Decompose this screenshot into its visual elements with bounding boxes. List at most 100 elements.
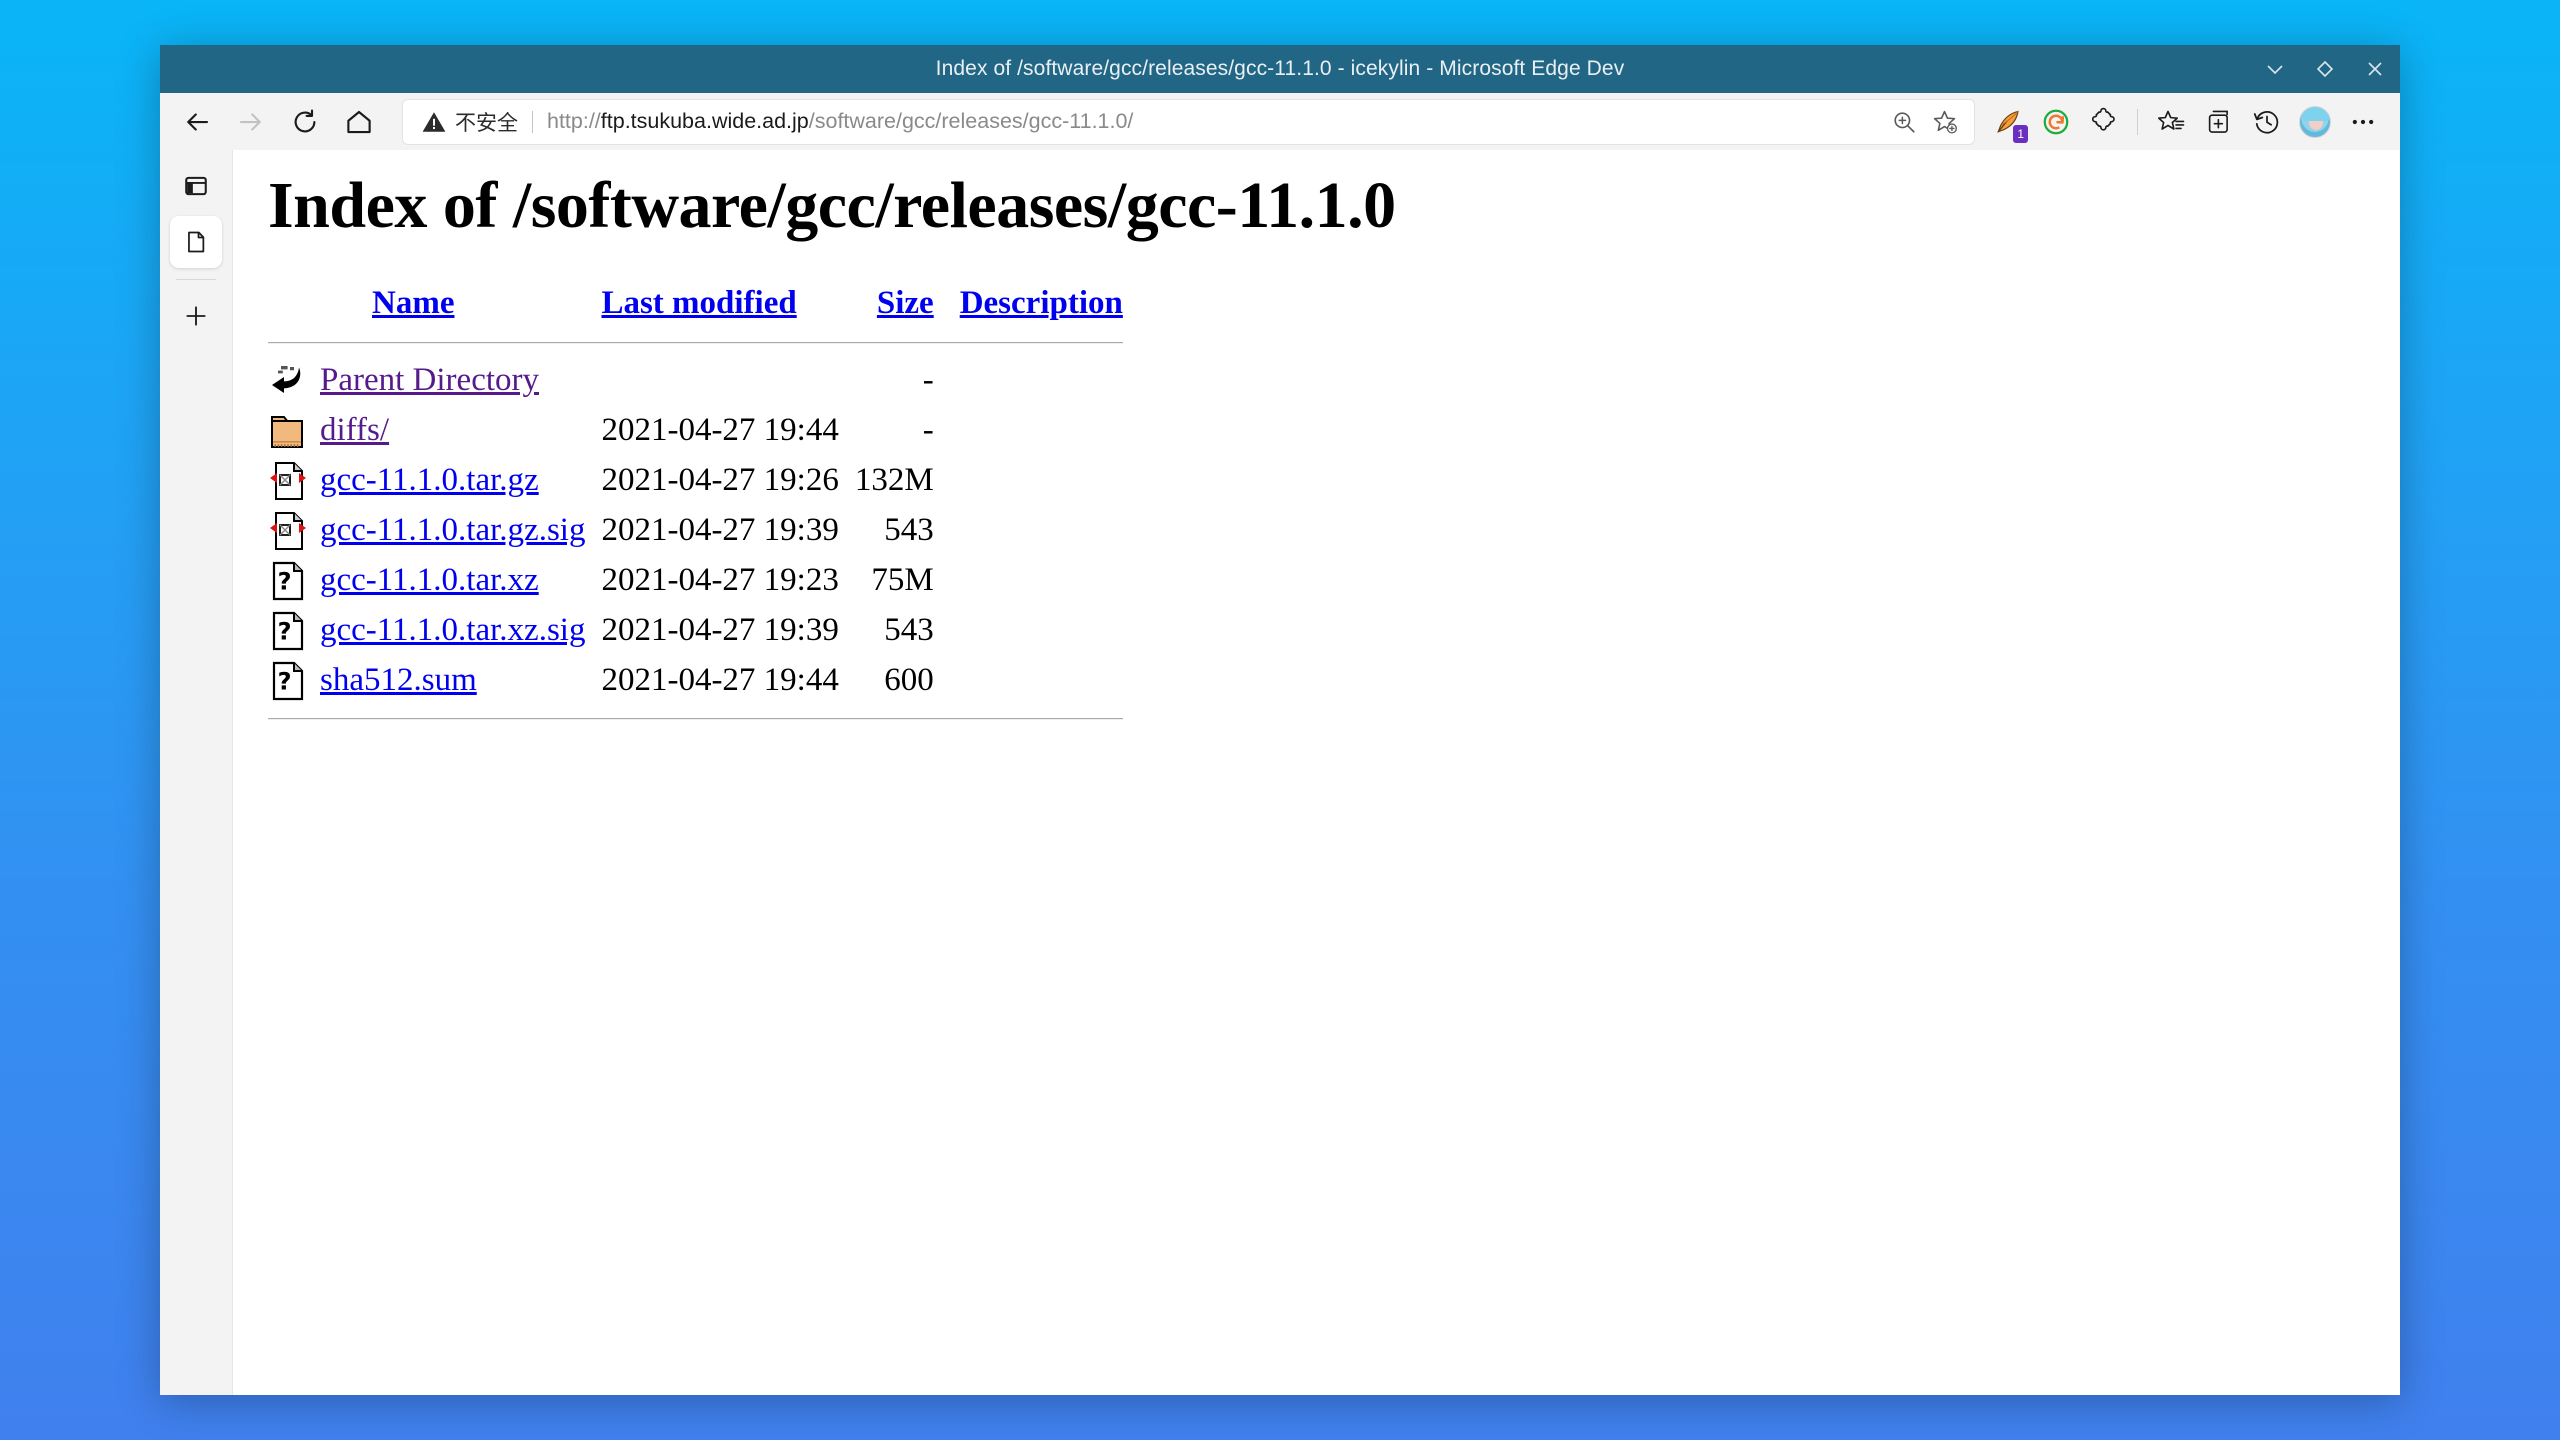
profile-avatar[interactable]	[2292, 99, 2338, 145]
cell-name: gcc-11.1.0.tar.gz	[320, 456, 593, 506]
address-bar[interactable]: 不安全 http://ftp.tsukuba.wide.ad.jp/softwa…	[402, 98, 1975, 145]
cell-size: -	[922, 412, 934, 449]
table-header: Name Last modified Size Description	[268, 285, 1123, 356]
browser-body: Index of /software/gcc/releases/gcc-11.1…	[160, 150, 2400, 1395]
horizontal-rule-top	[268, 341, 1123, 344]
cell-last-modified: 2021-04-27 19:39	[601, 612, 839, 649]
cell-size: 75M	[871, 562, 934, 599]
cell-last-modified: 2021-04-27 19:44	[601, 662, 839, 699]
browser-toolbar: 不安全 http://ftp.tsukuba.wide.ad.jp/softwa…	[160, 93, 2400, 150]
file-link[interactable]: gcc-11.1.0.tar.gz.sig	[320, 512, 585, 548]
cell-size: 132M	[854, 462, 934, 499]
column-header-name: Name	[320, 285, 593, 330]
svg-text:?: ?	[278, 567, 292, 595]
home-icon	[347, 110, 371, 133]
window-title: Index of /software/gcc/releases/gcc-11.1…	[935, 57, 1625, 80]
history-clock-icon[interactable]	[2244, 99, 2290, 145]
footer-rule-cell	[268, 706, 1123, 732]
parent-directory-icon	[268, 356, 320, 406]
table-body: Parent Directory - diffs/2021-04-27 19:44 -…	[268, 356, 1123, 706]
cell-description	[960, 456, 1123, 506]
back-arrow-icon	[187, 112, 209, 131]
table-row: ? gcc-11.1.0.tar.xz 2021-04-27 19:23 75M	[268, 556, 1123, 606]
cell-name: gcc-11.1.0.tar.xz	[320, 556, 593, 606]
quill-extension-icon[interactable]: 1	[1985, 99, 2031, 145]
extensions-puzzle-icon[interactable]	[2081, 99, 2127, 145]
forward-button[interactable]	[224, 99, 278, 145]
column-header-last-modified: Last modified	[593, 285, 846, 330]
table-row: ? gcc-11.1.0.tar.xz.sig 2021-04-27 19:39 54…	[268, 606, 1123, 656]
table-row: diffs/2021-04-27 19:44 -	[268, 406, 1123, 456]
sidebar-item-active-tab[interactable]	[170, 216, 222, 268]
refresh-icon	[294, 108, 316, 132]
cell-last-modified: 2021-04-27 19:44	[601, 412, 839, 449]
table-row: Parent Directory -	[268, 356, 1123, 406]
back-button[interactable]	[170, 99, 224, 145]
cell-size: 543	[884, 512, 934, 549]
cell-description	[960, 656, 1123, 706]
not-secure-warning-icon	[421, 109, 447, 135]
forward-arrow-icon	[239, 112, 261, 131]
sidebar-item-new-tab[interactable]	[170, 290, 222, 342]
sidebar-divider	[176, 279, 216, 280]
cell-description	[960, 506, 1123, 556]
directory-listing-table: Name Last modified Size Description Pare…	[268, 285, 1123, 732]
title-bar: Index of /software/gcc/releases/gcc-11.1…	[160, 45, 2400, 93]
zoom-in-icon[interactable]	[1886, 104, 1922, 140]
panel-layout-icon	[185, 176, 207, 196]
cell-name: gcc-11.1.0.tar.gz.sig	[320, 506, 593, 556]
extension-badge-count: 1	[2013, 124, 2028, 143]
more-options-icon[interactable]	[2340, 99, 2386, 145]
cell-size: -	[922, 362, 934, 399]
table-row: gcc-11.1.0.tar.gz 2021-04-27 19:26 132M	[268, 456, 1123, 506]
cell-description	[960, 406, 1123, 456]
cell-name: gcc-11.1.0.tar.xz.sig	[320, 606, 593, 656]
column-header-size: Size	[847, 285, 960, 330]
page-document-icon	[188, 231, 205, 253]
sort-by-description-link[interactable]: Description	[960, 285, 1123, 321]
unknown-file-icon: ?	[268, 556, 320, 606]
unknown-file-icon: ?	[268, 606, 320, 656]
cell-name: diffs/	[320, 406, 593, 456]
browser-window: Index of /software/gcc/releases/gcc-11.1…	[160, 45, 2400, 1395]
file-link[interactable]: gcc-11.1.0.tar.xz.sig	[320, 612, 585, 648]
vertical-tab-sidebar	[160, 150, 232, 1395]
apache-directory-index: Index of /software/gcc/releases/gcc-11.1…	[233, 150, 2400, 732]
collections-icon[interactable]	[2196, 99, 2242, 145]
plus-icon	[186, 306, 206, 326]
favorites-star-icon[interactable]	[2148, 99, 2194, 145]
file-link[interactable]: diffs/	[320, 412, 389, 448]
window-controls	[2250, 45, 2400, 93]
toolbar-actions: 1	[1985, 99, 2386, 145]
sidebar-item-tab-actions[interactable]	[170, 160, 222, 212]
close-button[interactable]	[2350, 45, 2400, 93]
minimize-button[interactable]	[2250, 45, 2300, 93]
cell-description	[960, 606, 1123, 656]
maximize-button[interactable]	[2300, 45, 2350, 93]
cell-last-modified: 2021-04-27 19:23	[601, 562, 839, 599]
url-divider	[532, 110, 533, 133]
sync-extension-icon[interactable]	[2033, 99, 2079, 145]
svg-text:?: ?	[278, 667, 292, 695]
page-viewport: Index of /software/gcc/releases/gcc-11.1…	[232, 150, 2400, 1395]
sort-by-name-link[interactable]: Name	[372, 285, 454, 321]
cell-description	[960, 356, 1123, 406]
sort-by-size-link[interactable]: Size	[877, 285, 934, 321]
home-button[interactable]	[332, 99, 386, 145]
sort-by-date-link[interactable]: Last modified	[601, 285, 796, 321]
file-link[interactable]: sha512.sum	[320, 662, 477, 698]
cell-name: sha512.sum	[320, 656, 593, 706]
file-link[interactable]: gcc-11.1.0.tar.xz	[320, 562, 539, 598]
svg-text:?: ?	[278, 617, 292, 645]
file-link[interactable]: Parent Directory	[320, 362, 539, 398]
table-row: gcc-11.1.0.tar.gz.sig 2021-04-27 19:39 543	[268, 506, 1123, 556]
url-host: ftp.tsukuba.wide.ad.jp	[600, 109, 809, 133]
file-link[interactable]: gcc-11.1.0.tar.gz	[320, 462, 539, 498]
toolbar-divider	[2137, 108, 2138, 135]
folder-icon	[268, 406, 320, 456]
cell-size: 600	[884, 662, 934, 699]
refresh-button[interactable]	[278, 99, 332, 145]
add-favorite-star-icon[interactable]	[1926, 104, 1962, 140]
unknown-file-icon: ?	[268, 656, 320, 706]
header-rule-cell	[268, 330, 1123, 356]
